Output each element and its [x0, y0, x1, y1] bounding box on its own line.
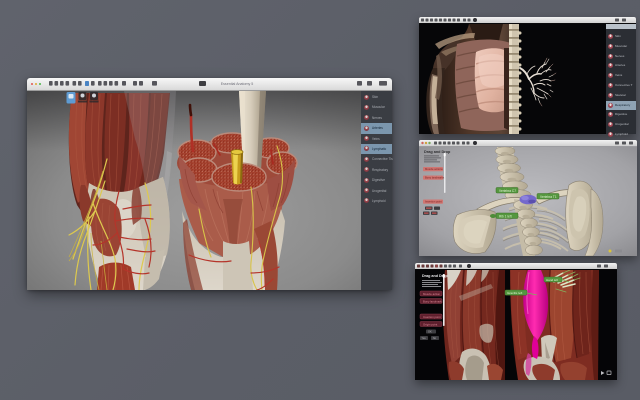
svg-text:Origin point: Origin point	[423, 322, 438, 326]
svg-text:Drag and Drop: Drag and Drop	[424, 150, 451, 154]
svg-text:Gracilis left: Gracilis left	[507, 291, 522, 295]
svg-text:Vertebra T1: Vertebra T1	[540, 195, 557, 199]
svg-text:Bony landmarks: Bony landmarks	[425, 176, 445, 180]
svg-text:Vertebra C7: Vertebra C7	[499, 189, 516, 193]
svg-text:OK: OK	[428, 330, 432, 334]
svg-text:Bony landmark: Bony landmark	[423, 299, 442, 303]
svg-text:Muscle action: Muscle action	[423, 292, 441, 296]
svg-text:Muscle actions: Muscle actions	[425, 167, 443, 171]
svg-text:Yes: Yes	[422, 336, 427, 340]
svg-text:Hand left: Hand left	[546, 278, 558, 282]
svg-text:Rib 1 left: Rib 1 left	[499, 214, 512, 218]
svg-text:No: No	[433, 336, 437, 340]
svg-text:Insertion point: Insertion point	[423, 315, 441, 319]
svg-text:Insertion point: Insertion point	[425, 200, 442, 204]
